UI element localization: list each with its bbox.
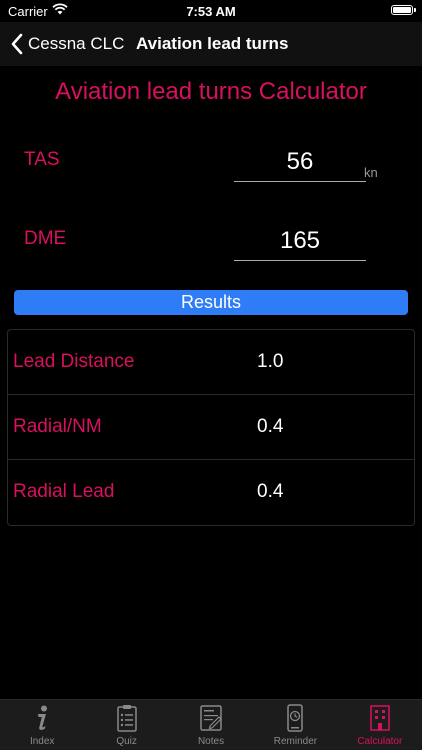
result-value: 1.0	[257, 351, 284, 372]
tab-index[interactable]: Index	[0, 700, 84, 750]
navigation-bar: Cessna CLC Aviation lead turns	[0, 22, 422, 66]
phone-clock-icon	[287, 704, 304, 732]
tas-label: TAS	[24, 149, 60, 170]
tab-calculator[interactable]: Calculator	[338, 700, 422, 750]
tas-input[interactable]	[234, 143, 366, 182]
nav-title: Aviation lead turns	[136, 34, 289, 53]
tas-unit-label: kn	[364, 165, 378, 180]
tab-label: Index	[29, 736, 55, 747]
tab-label: Calculator	[357, 736, 403, 747]
result-label: Lead Distance	[13, 351, 135, 372]
building-icon	[370, 705, 390, 731]
tab-reminder[interactable]: Reminder	[253, 700, 337, 750]
result-value: 0.4	[257, 481, 284, 502]
tab-label: Reminder	[273, 736, 318, 747]
clipboard-icon	[116, 705, 137, 732]
chevron-left-icon	[11, 33, 23, 55]
tab-bar: Index Quiz Notes Reminder Calculator	[0, 699, 422, 750]
result-row-lead-distance: Lead Distance 1.0	[8, 330, 414, 395]
result-row-radial-nm: Radial/NM 0.4	[8, 395, 414, 460]
results-table: Lead Distance 1.0 Radial/NM 0.4 Radial L…	[7, 329, 415, 526]
dme-label: DME	[24, 228, 67, 249]
back-button[interactable]: Cessna CLC	[10, 30, 124, 58]
tab-label: Notes	[197, 736, 225, 747]
result-label: Radial Lead	[13, 481, 115, 502]
dme-input[interactable]	[234, 222, 366, 261]
result-label: Radial/NM	[13, 416, 102, 437]
status-bar: Carrier 7:53 AM	[0, 0, 422, 22]
result-row-radial-lead: Radial Lead 0.4	[8, 460, 414, 525]
tab-notes[interactable]: Notes	[169, 700, 253, 750]
tab-quiz[interactable]: Quiz	[84, 700, 168, 750]
result-value: 0.4	[257, 416, 284, 437]
notes-icon	[200, 705, 222, 731]
info-icon	[38, 705, 48, 730]
results-button[interactable]: Results	[14, 290, 408, 315]
page-title: Aviation lead turns Calculator	[55, 78, 367, 105]
back-label: Cessna CLC	[28, 34, 125, 53]
tab-label: Quiz	[116, 736, 137, 747]
clock: 7:53 AM	[186, 4, 236, 19]
battery-icon	[391, 5, 416, 15]
